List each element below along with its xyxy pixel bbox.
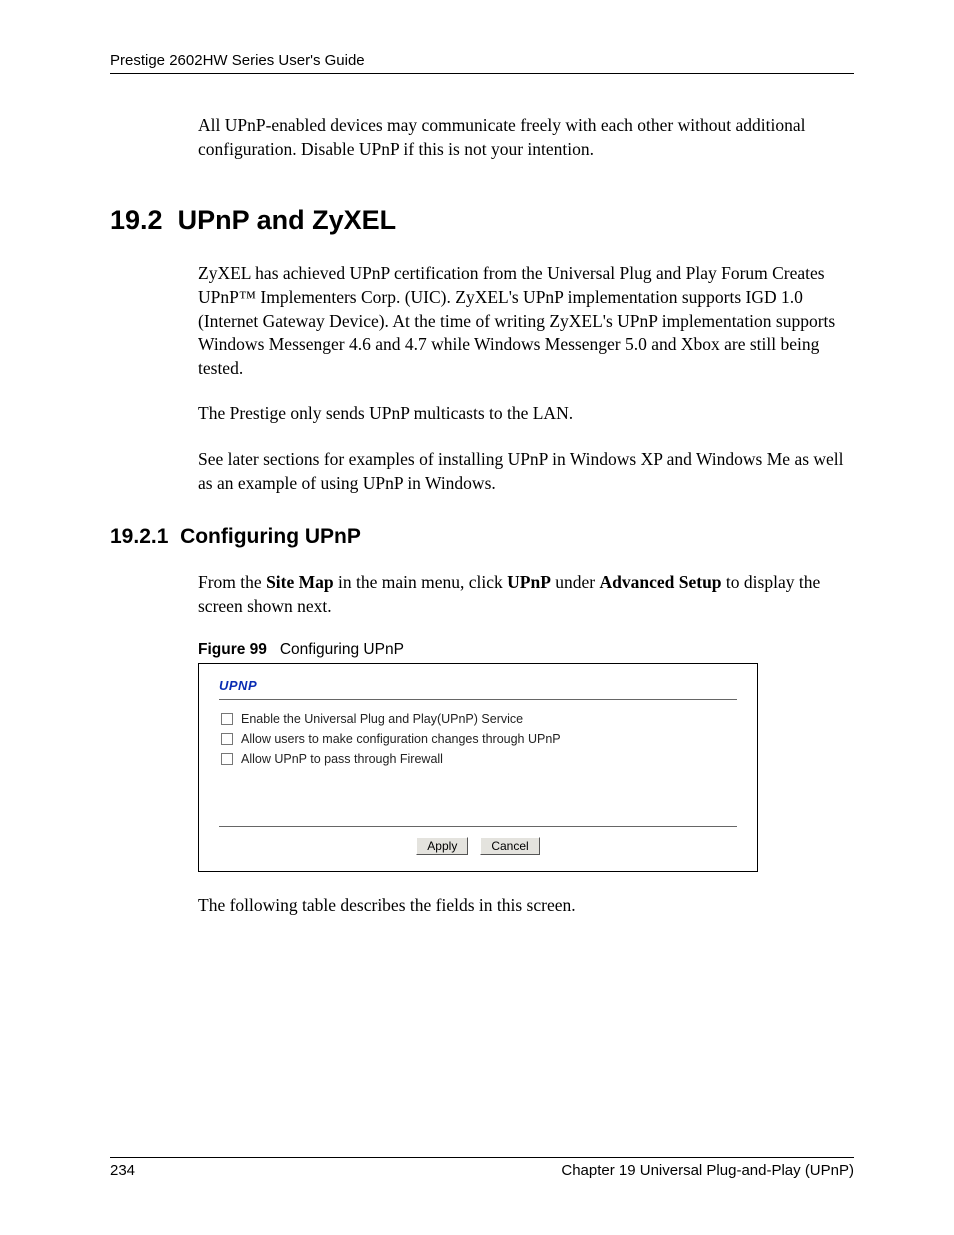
panel-title: UPNP bbox=[219, 678, 737, 693]
checkbox-row[interactable]: Enable the Universal Plug and Play(UPnP)… bbox=[219, 712, 737, 726]
running-footer: 234 Chapter 19 Universal Plug-and-Play (… bbox=[110, 1157, 854, 1179]
section-paragraph: The Prestige only sends UPnP multicasts … bbox=[198, 402, 854, 426]
subsection-intro: From the Site Map in the main menu, clic… bbox=[198, 571, 854, 618]
section-number: 19.2 bbox=[110, 205, 163, 235]
checkbox-label: Enable the Universal Plug and Play(UPnP)… bbox=[241, 712, 523, 726]
subsection-number: 19.2.1 bbox=[110, 525, 168, 548]
chapter-label: Chapter 19 Universal Plug-and-Play (UPnP… bbox=[561, 1162, 854, 1179]
checkbox-row[interactable]: Allow users to make configuration change… bbox=[219, 732, 737, 746]
intro-paragraph: All UPnP-enabled devices may communicate… bbox=[198, 114, 854, 161]
page-number: 234 bbox=[110, 1162, 135, 1179]
running-header: Prestige 2602HW Series User's Guide bbox=[110, 52, 854, 74]
checkbox-label: Allow UPnP to pass through Firewall bbox=[241, 752, 443, 766]
figure-caption-text: Configuring UPnP bbox=[280, 641, 404, 658]
section-paragraph: ZyXEL has achieved UPnP certification fr… bbox=[198, 262, 854, 380]
subsection-title: Configuring UPnP bbox=[180, 525, 361, 548]
apply-button[interactable]: Apply bbox=[416, 837, 468, 855]
checkbox-icon[interactable] bbox=[221, 733, 233, 745]
checkbox-label: Allow users to make configuration change… bbox=[241, 732, 561, 746]
checkbox-icon[interactable] bbox=[221, 753, 233, 765]
panel-divider bbox=[219, 826, 737, 827]
section-paragraph: See later sections for examples of insta… bbox=[198, 448, 854, 495]
subsection-heading: 19.2.1 Configuring UPnP bbox=[110, 525, 854, 549]
header-title: Prestige 2602HW Series User's Guide bbox=[110, 52, 365, 69]
checkbox-row[interactable]: Allow UPnP to pass through Firewall bbox=[219, 752, 737, 766]
figure-label: Figure 99 bbox=[198, 641, 267, 658]
figure-caption: Figure 99 Configuring UPnP bbox=[198, 641, 758, 664]
cancel-button[interactable]: Cancel bbox=[480, 837, 539, 855]
figure-frame: UPNP Enable the Universal Plug and Play(… bbox=[198, 664, 758, 872]
button-row: Apply Cancel bbox=[219, 837, 737, 855]
figure-block: Figure 99 Configuring UPnP UPNP Enable t… bbox=[198, 641, 758, 872]
checkbox-list: Enable the Universal Plug and Play(UPnP)… bbox=[219, 712, 737, 766]
section-title: UPnP and ZyXEL bbox=[178, 205, 397, 235]
trailing-paragraph: The following table describes the fields… bbox=[198, 894, 854, 918]
checkbox-icon[interactable] bbox=[221, 713, 233, 725]
section-heading: 19.2 UPnP and ZyXEL bbox=[110, 205, 854, 236]
panel-divider bbox=[219, 699, 737, 700]
